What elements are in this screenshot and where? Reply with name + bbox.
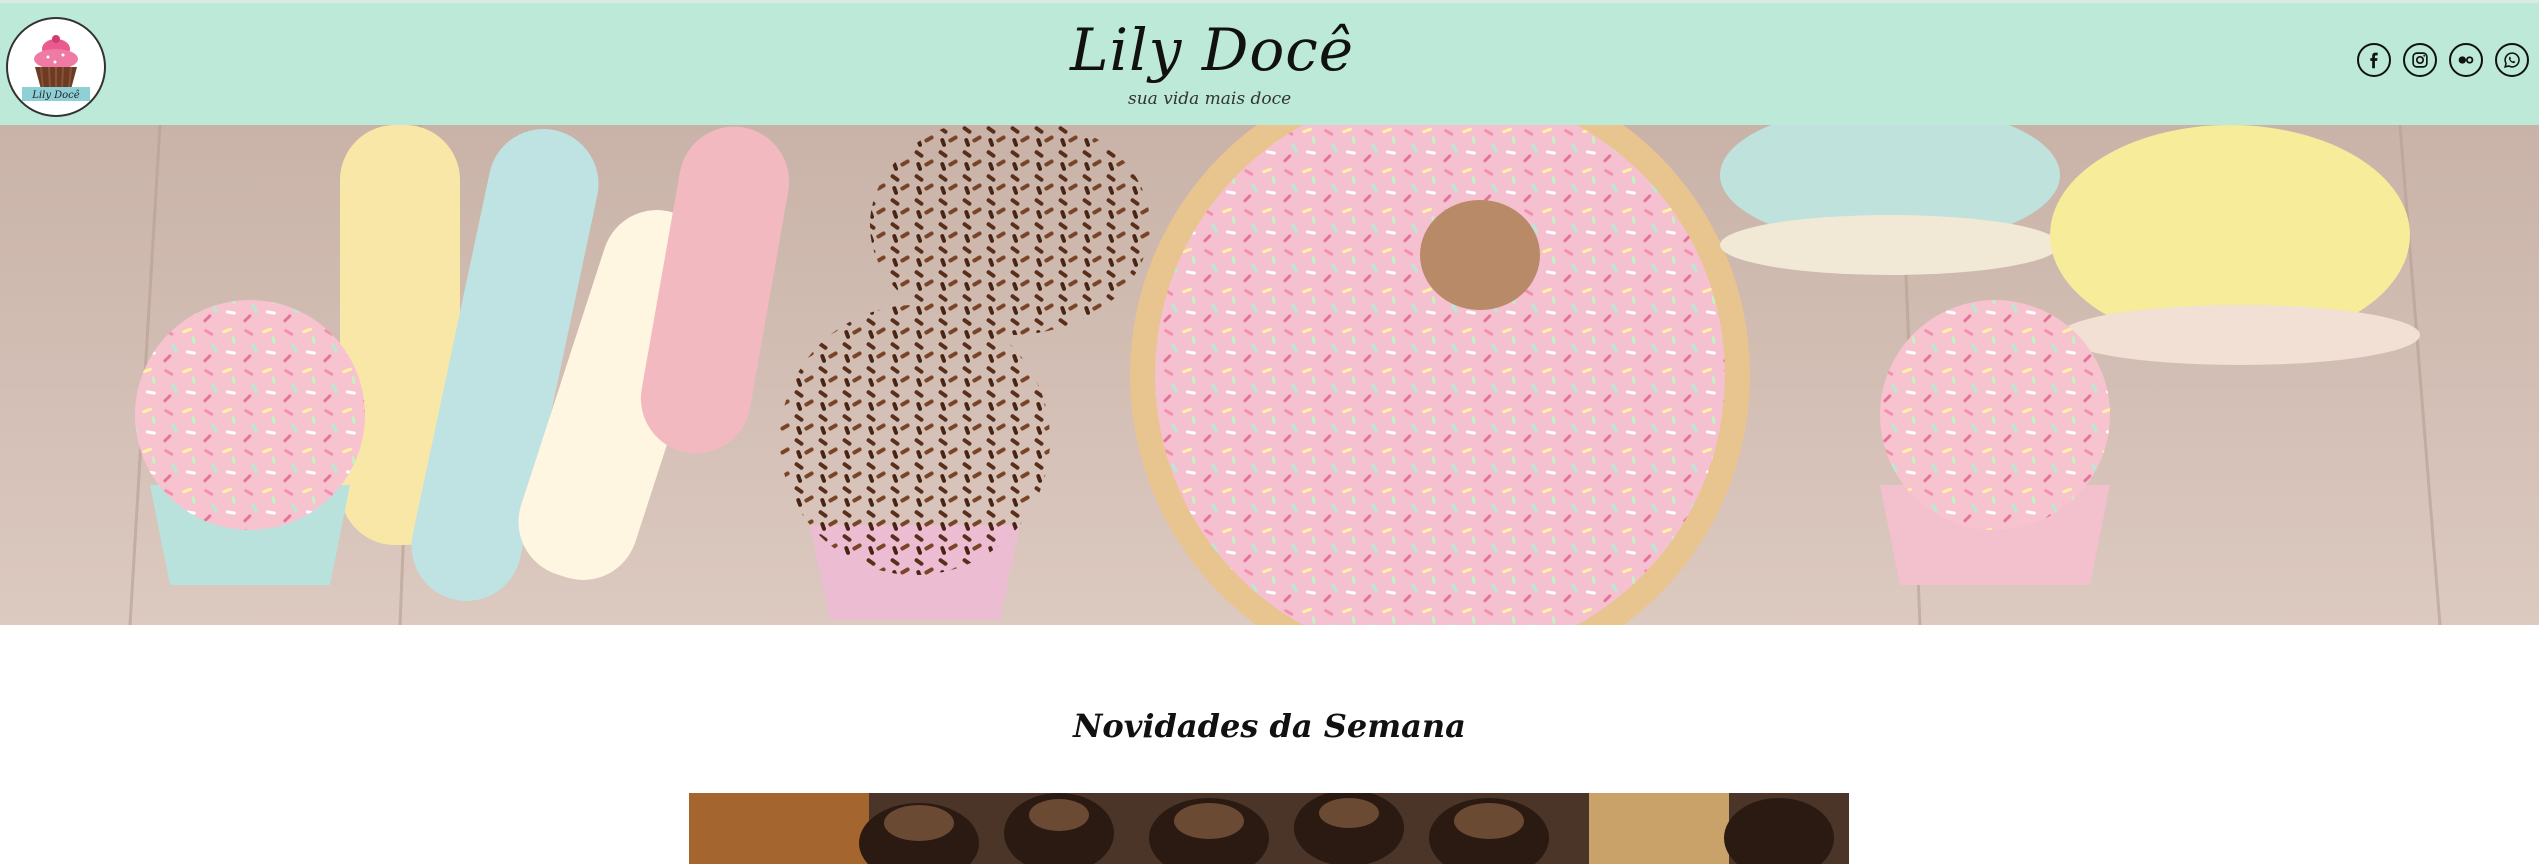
instagram-icon [2412, 52, 2428, 68]
site-logo[interactable]: Lily Docê [6, 17, 106, 117]
flickr-icon [2458, 56, 2474, 64]
site-subtitle: sua vida mais doce [1128, 89, 1292, 109]
social-links [2357, 43, 2529, 77]
hero-banner [0, 125, 2539, 625]
chocolate-cupcakes-photo [689, 793, 1849, 864]
sweets-photo [0, 125, 2539, 625]
logo-text: Lily Docê [31, 90, 80, 101]
flickr-link[interactable] [2449, 43, 2483, 77]
instagram-link[interactable] [2403, 43, 2437, 77]
facebook-link[interactable] [2357, 43, 2391, 77]
news-preview-image[interactable] [689, 793, 1849, 864]
whatsapp-icon [2504, 52, 2520, 68]
cupcake-logo-icon: Lily Docê [10, 21, 102, 113]
whatsapp-link[interactable] [2495, 43, 2529, 77]
site-title[interactable]: Lily Docê [1070, 17, 1353, 83]
facebook-icon [2370, 52, 2378, 69]
site-header: Lily Docê Lily Docê sua vida mais doce [0, 3, 2539, 125]
section-title-news: Novidades da Semana [1073, 706, 1466, 745]
